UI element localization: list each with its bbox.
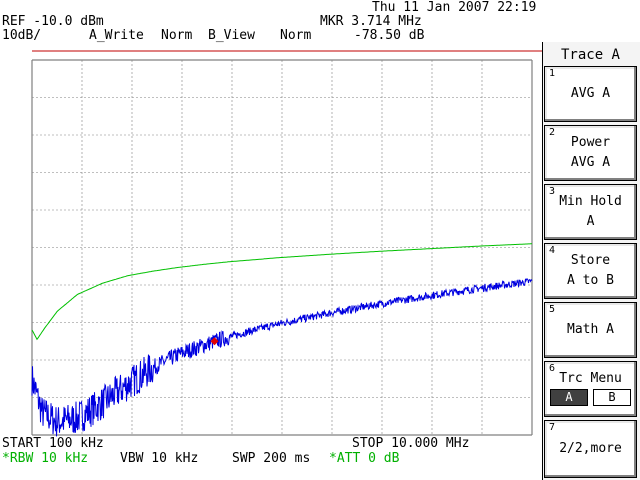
softkey-label: Min Hold xyxy=(559,194,622,209)
softkey-number: 5 xyxy=(549,304,556,315)
attenuation-setting: *ATT 0 dB xyxy=(329,451,400,466)
softkey-label-2: AVG A xyxy=(570,155,611,170)
marker-frequency: MKR 3.714 MHz xyxy=(320,14,422,29)
trace-a-mode: A_Write xyxy=(89,28,144,43)
start-frequency: START 100 kHz xyxy=(2,436,104,451)
softkey-power-avg-a[interactable]: 2 Power AVG A xyxy=(544,125,637,181)
stop-frequency: STOP 10.000 MHz xyxy=(352,436,470,451)
softkey-min-hold-a[interactable]: 3 Min Hold A xyxy=(544,184,637,240)
trace-b-option[interactable]: B xyxy=(593,389,631,406)
softkey-label: Math A xyxy=(567,322,614,337)
softkey-label: Store xyxy=(570,253,611,268)
scale-per-div: 10dB/ xyxy=(2,28,42,43)
softkey-label-2: A to B xyxy=(567,273,614,288)
softkey-label: Trc Menu xyxy=(559,371,622,386)
softkey-trc-menu[interactable]: 6 Trc Menu A B xyxy=(544,361,637,417)
softkey-number: 1 xyxy=(549,68,556,79)
softkey-label: 2/2,more xyxy=(559,441,622,456)
softkey-more[interactable]: 7 2/2,more xyxy=(544,420,637,478)
softkey-store-a-to-b[interactable]: 4 Store A to B xyxy=(544,243,637,299)
rbw-setting: *RBW 10 kHz xyxy=(2,451,89,466)
trace-a-detector: Norm xyxy=(161,28,193,43)
softkey-label: AVG A xyxy=(570,86,611,101)
trace-a-option[interactable]: A xyxy=(550,389,588,406)
softkey-label-2: A xyxy=(586,214,595,229)
sweep-time: SWP 200 ms xyxy=(232,451,311,466)
vbw-setting: VBW 10 kHz xyxy=(120,451,199,466)
datetime: Thu 11 Jan 2007 22:19 xyxy=(372,0,537,15)
marker-level: -78.50 dB xyxy=(354,28,425,43)
softkey-number: 7 xyxy=(549,422,556,433)
menu-title: Trace A xyxy=(560,47,620,63)
softkey-label: Power xyxy=(570,135,611,150)
trace-b-mode: B_View xyxy=(208,28,255,43)
reference-level: REF -10.0 dBm xyxy=(2,14,104,29)
softkey-math-a[interactable]: 5 Math A xyxy=(544,302,637,358)
trace-b-detector: Norm xyxy=(280,28,312,43)
softkey-avg-a[interactable]: 1 AVG A xyxy=(544,66,637,122)
